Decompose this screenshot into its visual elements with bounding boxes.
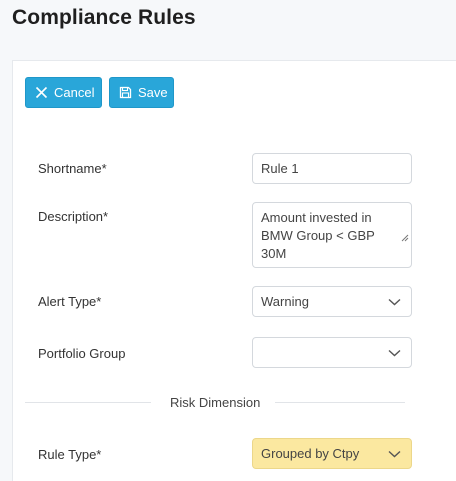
resize-grip-icon[interactable] (378, 211, 409, 265)
rule-type-select[interactable]: Grouped by Ctpy (252, 438, 412, 469)
description-label: Description* (38, 209, 109, 224)
close-icon (35, 86, 48, 99)
divider-left (25, 402, 151, 403)
save-button-label: Save (138, 85, 168, 100)
rule-type-label: Rule Type* (38, 447, 102, 462)
rule-type-value: Grouped by Ctpy (261, 446, 360, 461)
description-field[interactable]: Amount invested in BMW Group < GBP 30M (252, 202, 412, 268)
portfolio-group-label: Portfolio Group (38, 346, 126, 361)
chevron-down-icon (388, 450, 401, 458)
cancel-button[interactable]: Cancel (25, 77, 102, 108)
cancel-button-label: Cancel (54, 85, 95, 100)
alert-type-select[interactable]: Warning (252, 286, 412, 317)
page-title: Compliance Rules (12, 6, 196, 29)
save-button[interactable]: Save (109, 77, 174, 108)
shortname-label: Shortname* (38, 161, 107, 176)
portfolio-group-select[interactable] (252, 337, 412, 368)
alert-type-value: Warning (261, 294, 309, 309)
rule-form-card: Cancel Save Shortname* Rule 1 Descriptio… (12, 60, 456, 481)
divider-right (275, 402, 405, 403)
chevron-down-icon (388, 349, 401, 357)
shortname-value: Rule 1 (261, 161, 299, 176)
alert-type-label: Alert Type* (38, 294, 102, 309)
shortname-field[interactable]: Rule 1 (252, 153, 412, 184)
chevron-down-icon (388, 298, 401, 306)
save-icon (119, 86, 132, 99)
section-title: Risk Dimension (170, 395, 261, 410)
